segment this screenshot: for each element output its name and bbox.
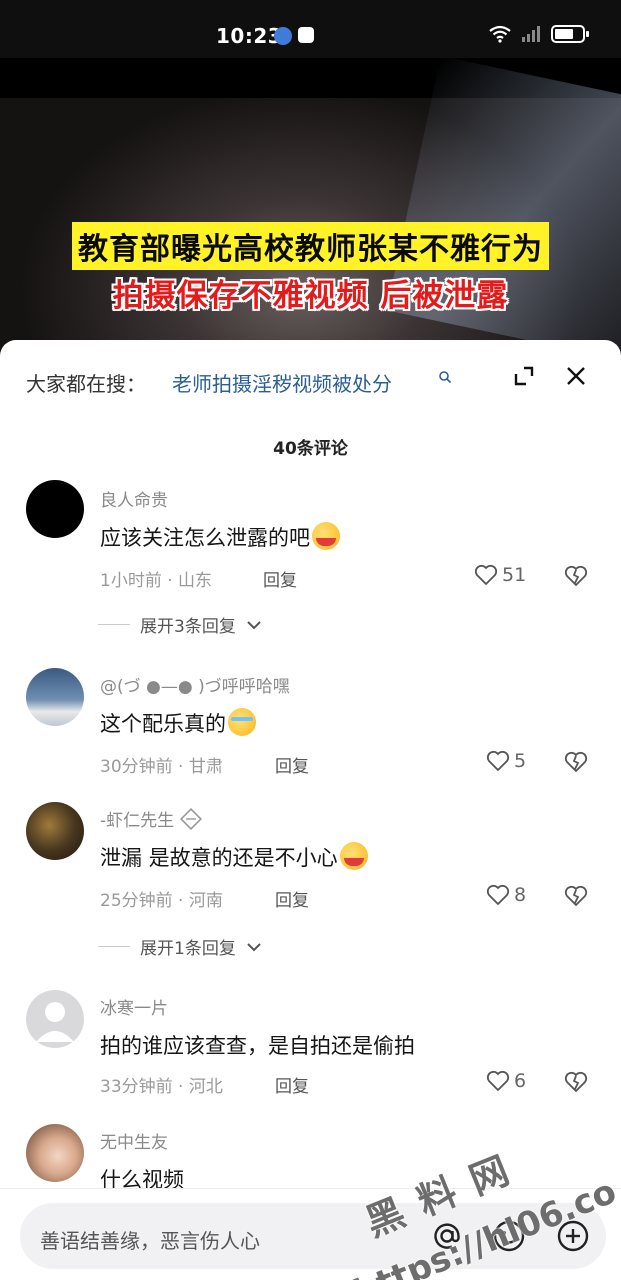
video-caption-line1: 教育部曝光高校教师张某不雅行为 xyxy=(0,222,621,270)
emoji-icon xyxy=(339,842,368,870)
browser-notification-icon xyxy=(274,27,292,45)
video-caption-line2: 拍摄保存不雅视频 后被泄露 xyxy=(112,278,509,314)
trending-search-link[interactable]: 老师拍摄淫秽视频被处分 xyxy=(172,368,392,397)
heart-icon xyxy=(474,564,498,586)
emoji-picker-icon[interactable] xyxy=(492,1219,526,1253)
like-count: 8 xyxy=(514,884,527,906)
comment-username[interactable]: @(づ ●—● )づ呼呼哈嘿 xyxy=(100,672,290,697)
like-count: 5 xyxy=(514,750,527,772)
comment-time-location: 1小时前 · 山东 xyxy=(100,571,213,591)
search-icon[interactable] xyxy=(438,370,452,384)
avatar[interactable] xyxy=(26,802,84,860)
comment-time-location: 25分钟前 · 河南 xyxy=(100,891,223,911)
expand-replies-button[interactable]: 展开1条回复 xyxy=(98,934,262,959)
comment-input-placeholder: 善语结善缘，恶言伤人心 xyxy=(40,1229,260,1253)
avatar[interactable] xyxy=(26,990,84,1048)
comment-panel: 大家都在搜： 老师拍摄淫秽视频被处分 40条评论 良人命贵 应该关注怎么泄露的吧… xyxy=(0,340,621,1280)
video-player[interactable]: 教育部曝光高校教师张某不雅行为 拍摄保存不雅视频 后被泄露 xyxy=(0,58,621,358)
dislike-icon[interactable] xyxy=(564,564,588,588)
expand-icon[interactable] xyxy=(512,364,536,388)
comment-username[interactable]: 无中生友 xyxy=(100,1128,168,1153)
status-bar: 10:23 xyxy=(0,0,621,58)
trending-search-prefix: 大家都在搜： xyxy=(26,372,146,396)
dislike-icon[interactable] xyxy=(564,750,588,774)
chevron-down-icon xyxy=(247,620,261,629)
comment-input-bar: 善语结善缘，恶言伤人心 xyxy=(0,1188,621,1280)
comment-username[interactable]: 良人命贵 xyxy=(100,486,168,511)
app-notification-icon xyxy=(298,27,314,43)
reply-button[interactable]: 回复 xyxy=(275,1072,309,1097)
comment-time-location: 33分钟前 · 河北 xyxy=(100,1077,223,1097)
comment-text: 拍的谁应该查查，是自拍还是偷拍 xyxy=(100,1034,415,1058)
heart-icon xyxy=(486,750,510,772)
like-button[interactable]: 51 xyxy=(474,564,526,586)
comment-username: -虾仁先生 xyxy=(100,806,202,831)
heart-icon xyxy=(486,1070,510,1092)
comment-text: 应该关注怎么泄露的吧 xyxy=(100,522,340,552)
like-count: 6 xyxy=(514,1070,527,1092)
like-button[interactable]: 8 xyxy=(486,884,526,906)
default-avatar-icon xyxy=(36,1002,74,1042)
like-button[interactable]: 5 xyxy=(486,750,526,772)
like-button[interactable]: 6 xyxy=(486,1070,526,1092)
wifi-icon xyxy=(489,25,511,43)
dislike-icon[interactable] xyxy=(564,884,588,908)
comments-count-title: 40条评论 xyxy=(273,439,348,459)
reply-button[interactable]: 回复 xyxy=(263,566,297,591)
badge-icon xyxy=(179,807,202,831)
avatar[interactable] xyxy=(26,480,84,538)
avatar[interactable] xyxy=(26,1124,84,1182)
signal-icon xyxy=(522,26,540,42)
reply-button[interactable]: 回复 xyxy=(275,752,309,777)
trending-search-row: 大家都在搜： 老师拍摄淫秽视频被处分 xyxy=(26,364,596,396)
comment-time-location: 30分钟前 · 甘肃 xyxy=(100,757,223,777)
comment-text: 泄漏 是故意的还是不小心 xyxy=(100,842,368,872)
dislike-icon[interactable] xyxy=(564,1070,588,1094)
clock: 10:23 xyxy=(216,24,283,48)
like-count: 51 xyxy=(502,564,527,586)
avatar[interactable] xyxy=(26,668,84,726)
comment-username[interactable]: 冰寒一片 xyxy=(100,994,168,1019)
comment-text: 这个配乐真的 xyxy=(100,708,256,738)
add-icon[interactable] xyxy=(556,1219,590,1253)
heart-icon xyxy=(486,884,510,906)
reply-button[interactable]: 回复 xyxy=(275,886,309,911)
comment-input[interactable]: 善语结善缘，恶言伤人心 xyxy=(20,1203,606,1269)
chevron-down-icon xyxy=(247,942,261,951)
expand-replies-button[interactable]: 展开3条回复 xyxy=(98,612,262,637)
mention-icon[interactable] xyxy=(430,1219,464,1253)
close-icon[interactable] xyxy=(564,364,588,388)
emoji-icon xyxy=(228,708,256,736)
emoji-icon xyxy=(312,522,340,550)
battery-icon xyxy=(551,25,589,43)
